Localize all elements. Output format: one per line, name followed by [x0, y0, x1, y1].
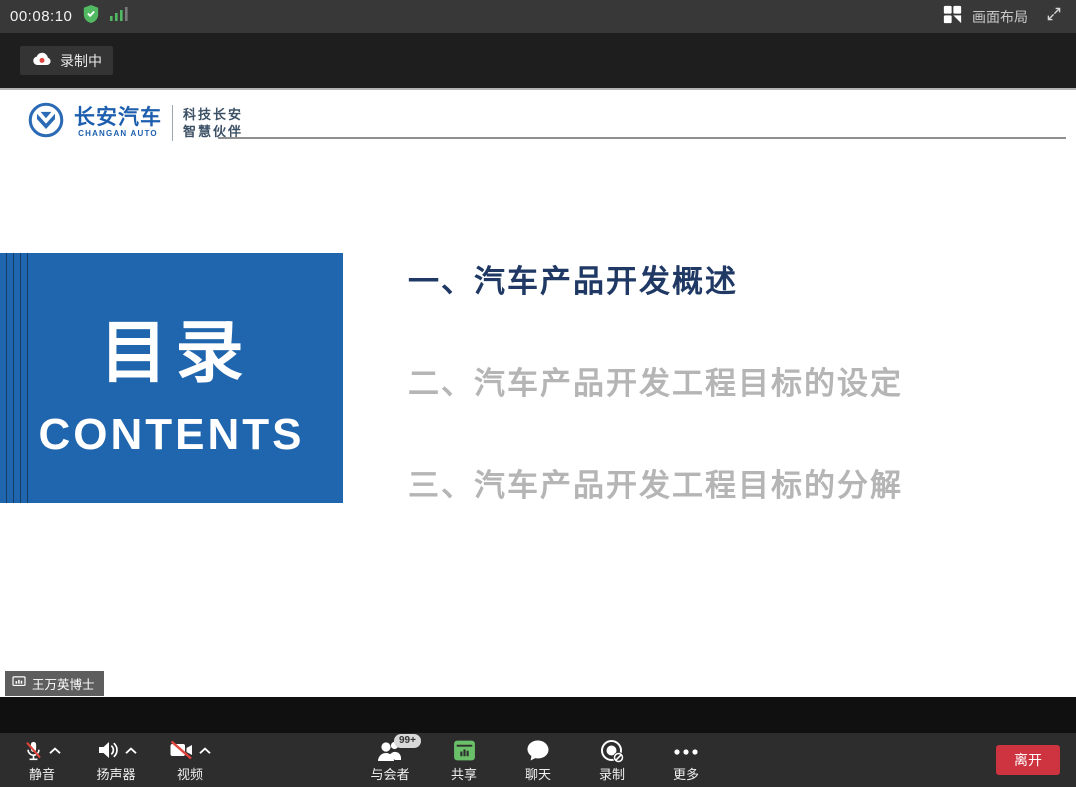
share-button[interactable]: 共享	[440, 738, 488, 781]
screen-layout-icon[interactable]	[943, 5, 962, 29]
leave-meeting-button[interactable]: 离开	[996, 745, 1060, 775]
chat-button[interactable]: 聊天	[514, 738, 562, 781]
speaker-button[interactable]: 扬声器	[92, 738, 140, 781]
meeting-timer: 00:08:10	[10, 8, 72, 25]
letterbox-strip	[0, 697, 1076, 733]
speaker-label: 扬声器	[96, 768, 135, 781]
tagline-line-2: 智慧伙伴	[183, 125, 243, 138]
presenter-name-tag: 王万英博士	[5, 671, 104, 696]
mic-options-chevron-icon[interactable]	[49, 742, 61, 760]
shared-slide-area: 长安汽车 CHANGAN AUTO 科技长安 智慧伙伴 目录 CONTENTS …	[0, 90, 1076, 697]
chat-bubble-icon	[525, 738, 551, 768]
meeting-toolbar: 静音 扬声器	[0, 733, 1076, 787]
network-signal-icon[interactable]	[110, 6, 128, 27]
meeting-window: 00:08:10	[0, 0, 1076, 787]
decorative-stripes	[0, 253, 32, 503]
mute-label: 静音	[29, 768, 55, 781]
screen-share-icon	[12, 676, 26, 691]
brand-tagline: 科技长安 智慧伙伴	[183, 108, 243, 138]
video-button[interactable]: 视频	[166, 738, 214, 781]
participants-label: 与会者	[370, 768, 409, 781]
security-shield-icon[interactable]	[82, 4, 100, 29]
screen-layout-button[interactable]: 画面布局	[972, 7, 1028, 27]
tagline-line-1: 科技长安	[183, 108, 243, 121]
mute-button[interactable]: 静音	[18, 738, 66, 781]
fullscreen-expand-icon[interactable]	[1046, 6, 1062, 27]
contents-title-box: 目录 CONTENTS	[0, 253, 343, 503]
recording-status-label: 录制中	[60, 51, 102, 71]
toc-item-2: 二、汽车产品开发工程目标的设定	[408, 358, 903, 403]
changan-emblem-icon	[28, 102, 64, 143]
more-label: 更多	[673, 768, 699, 781]
brand-wordmark: 长安汽车 CHANGAN AUTO	[74, 107, 162, 138]
brand-name-en: CHANGAN AUTO	[78, 130, 158, 138]
cloud-record-icon	[31, 51, 53, 70]
logo-divider	[172, 105, 173, 141]
toc-title-en: CONTENTS	[39, 410, 305, 460]
video-options-chevron-icon[interactable]	[199, 742, 211, 760]
video-label: 视频	[177, 768, 203, 781]
participants-count-badge: 99+	[394, 734, 421, 748]
recording-status-chip[interactable]: 录制中	[20, 46, 113, 75]
header-rule	[218, 137, 1066, 139]
brand-name-cn: 长安汽车	[74, 107, 162, 128]
more-dots-icon	[673, 743, 699, 761]
toc-title-cn: 目录	[91, 297, 251, 396]
more-button[interactable]: 更多	[662, 738, 710, 781]
share-screen-icon	[452, 738, 477, 768]
changan-logo: 长安汽车 CHANGAN AUTO 科技长安 智慧伙伴	[28, 102, 243, 143]
camera-off-icon	[169, 738, 194, 767]
share-label: 共享	[451, 768, 477, 781]
record-button[interactable]: 录制	[588, 738, 636, 781]
toc-item-1: 一、汽车产品开发概述	[408, 256, 738, 301]
participants-button[interactable]: 99+ 与会者	[366, 738, 414, 781]
speaker-options-chevron-icon[interactable]	[125, 742, 137, 760]
presenter-name: 王万英博士	[32, 674, 95, 693]
microphone-muted-icon	[23, 738, 44, 769]
chat-label: 聊天	[525, 768, 551, 781]
top-status-bar: 00:08:10	[0, 0, 1076, 33]
toc-item-3: 三、汽车产品开发工程目标的分解	[408, 460, 903, 505]
secondary-bar: 录制中	[0, 33, 1076, 88]
record-icon	[599, 738, 626, 770]
speaker-icon	[96, 738, 120, 767]
